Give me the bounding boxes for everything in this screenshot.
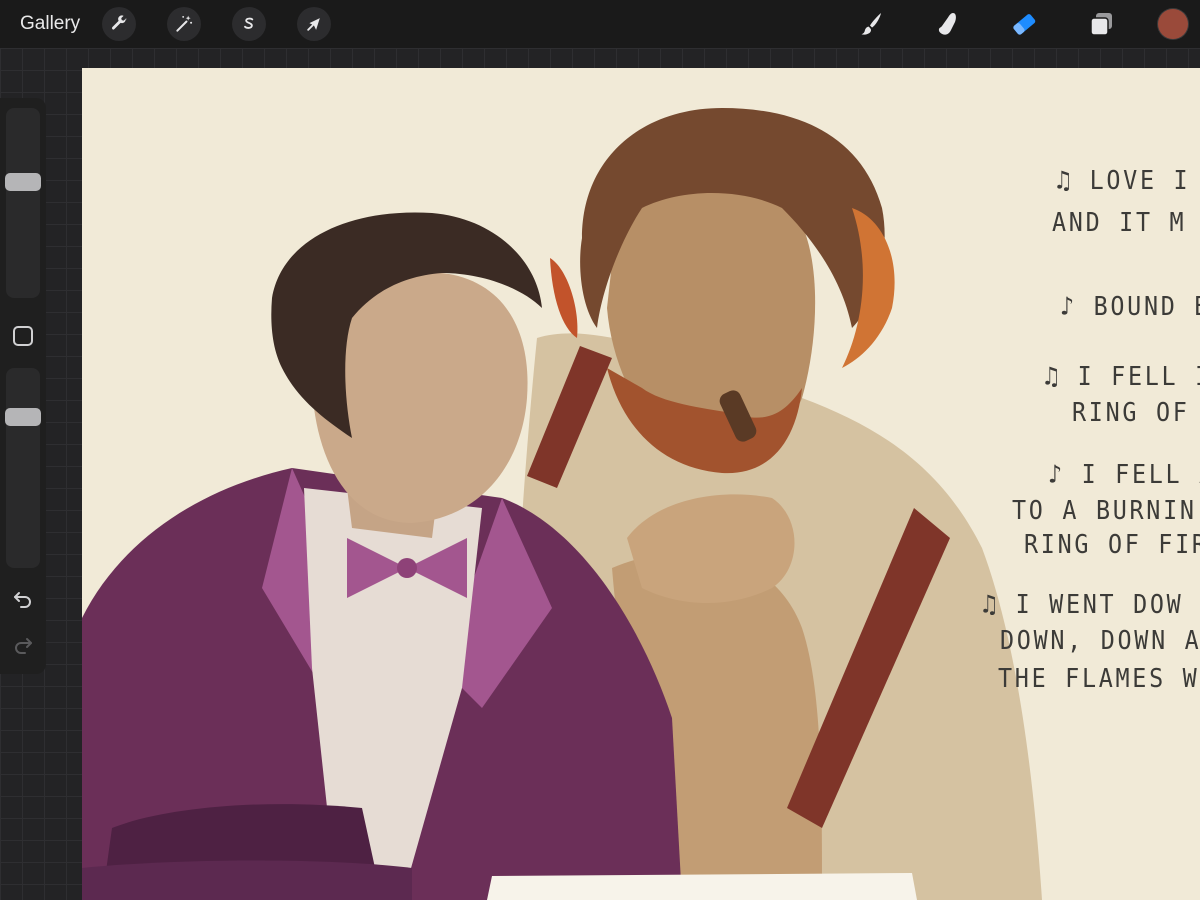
eraser-icon: [1013, 14, 1036, 35]
lyric-line: RING OF: [1072, 398, 1190, 428]
lyric-line: AND IT M: [1052, 208, 1187, 238]
artwork-illustration: [82, 108, 1042, 900]
redo-icon: [15, 638, 32, 654]
selection-button[interactable]: [232, 7, 267, 41]
top-toolbar: Gallery: [0, 0, 1200, 48]
lyric-line: THE FLAMES W: [998, 664, 1200, 694]
undo-icon: [14, 592, 31, 608]
smudge-tool-button[interactable]: [927, 4, 967, 44]
left-sidebar: [0, 98, 46, 674]
modify-icon[interactable]: [13, 326, 33, 346]
lyric-line: ♪ BOUND B: [1060, 292, 1200, 322]
arrow-cursor-icon: [307, 18, 321, 31]
lyric-line: ♫ I FELL I: [1044, 362, 1200, 392]
brush-size-handle[interactable]: [5, 173, 41, 192]
layers-button[interactable]: [1081, 4, 1121, 44]
brush-size-slider[interactable]: [6, 108, 40, 298]
color-picker-button[interactable]: [1158, 9, 1188, 39]
lyric-line: ♫ I WENT DOW: [982, 590, 1184, 620]
lyric-line: RING OF FIR: [1024, 530, 1200, 560]
smudge-finger-icon: [938, 13, 956, 35]
wrench-icon: [112, 15, 127, 30]
transform-button[interactable]: [297, 7, 332, 41]
lyric-line: ♪ I FELL A: [1048, 460, 1200, 490]
lyric-line: ♫ LOVE I: [1056, 166, 1191, 196]
brush-tool-button[interactable]: [850, 4, 890, 44]
eraser-tool-button[interactable]: [1004, 4, 1044, 44]
layers-icon: [1090, 13, 1112, 36]
opacity-handle[interactable]: [5, 408, 41, 427]
undo-button[interactable]: [10, 586, 36, 612]
brush-icon: [861, 13, 881, 35]
adjustments-button[interactable]: [167, 7, 202, 41]
gallery-button[interactable]: Gallery: [20, 13, 80, 35]
drawing-canvas[interactable]: ♫ LOVE I AND IT M ♪ BOUND B ♫ I FELL I R…: [82, 68, 1200, 900]
actions-button[interactable]: [102, 7, 137, 41]
redo-button[interactable]: [10, 632, 36, 658]
lyric-line: TO A BURNIN: [1012, 496, 1197, 526]
opacity-slider[interactable]: [6, 368, 40, 568]
selection-s-icon: [244, 17, 254, 29]
lyric-line: DOWN, DOWN A: [1000, 626, 1200, 656]
right-tools: [813, 0, 1200, 48]
magic-wand-icon: [176, 15, 193, 32]
